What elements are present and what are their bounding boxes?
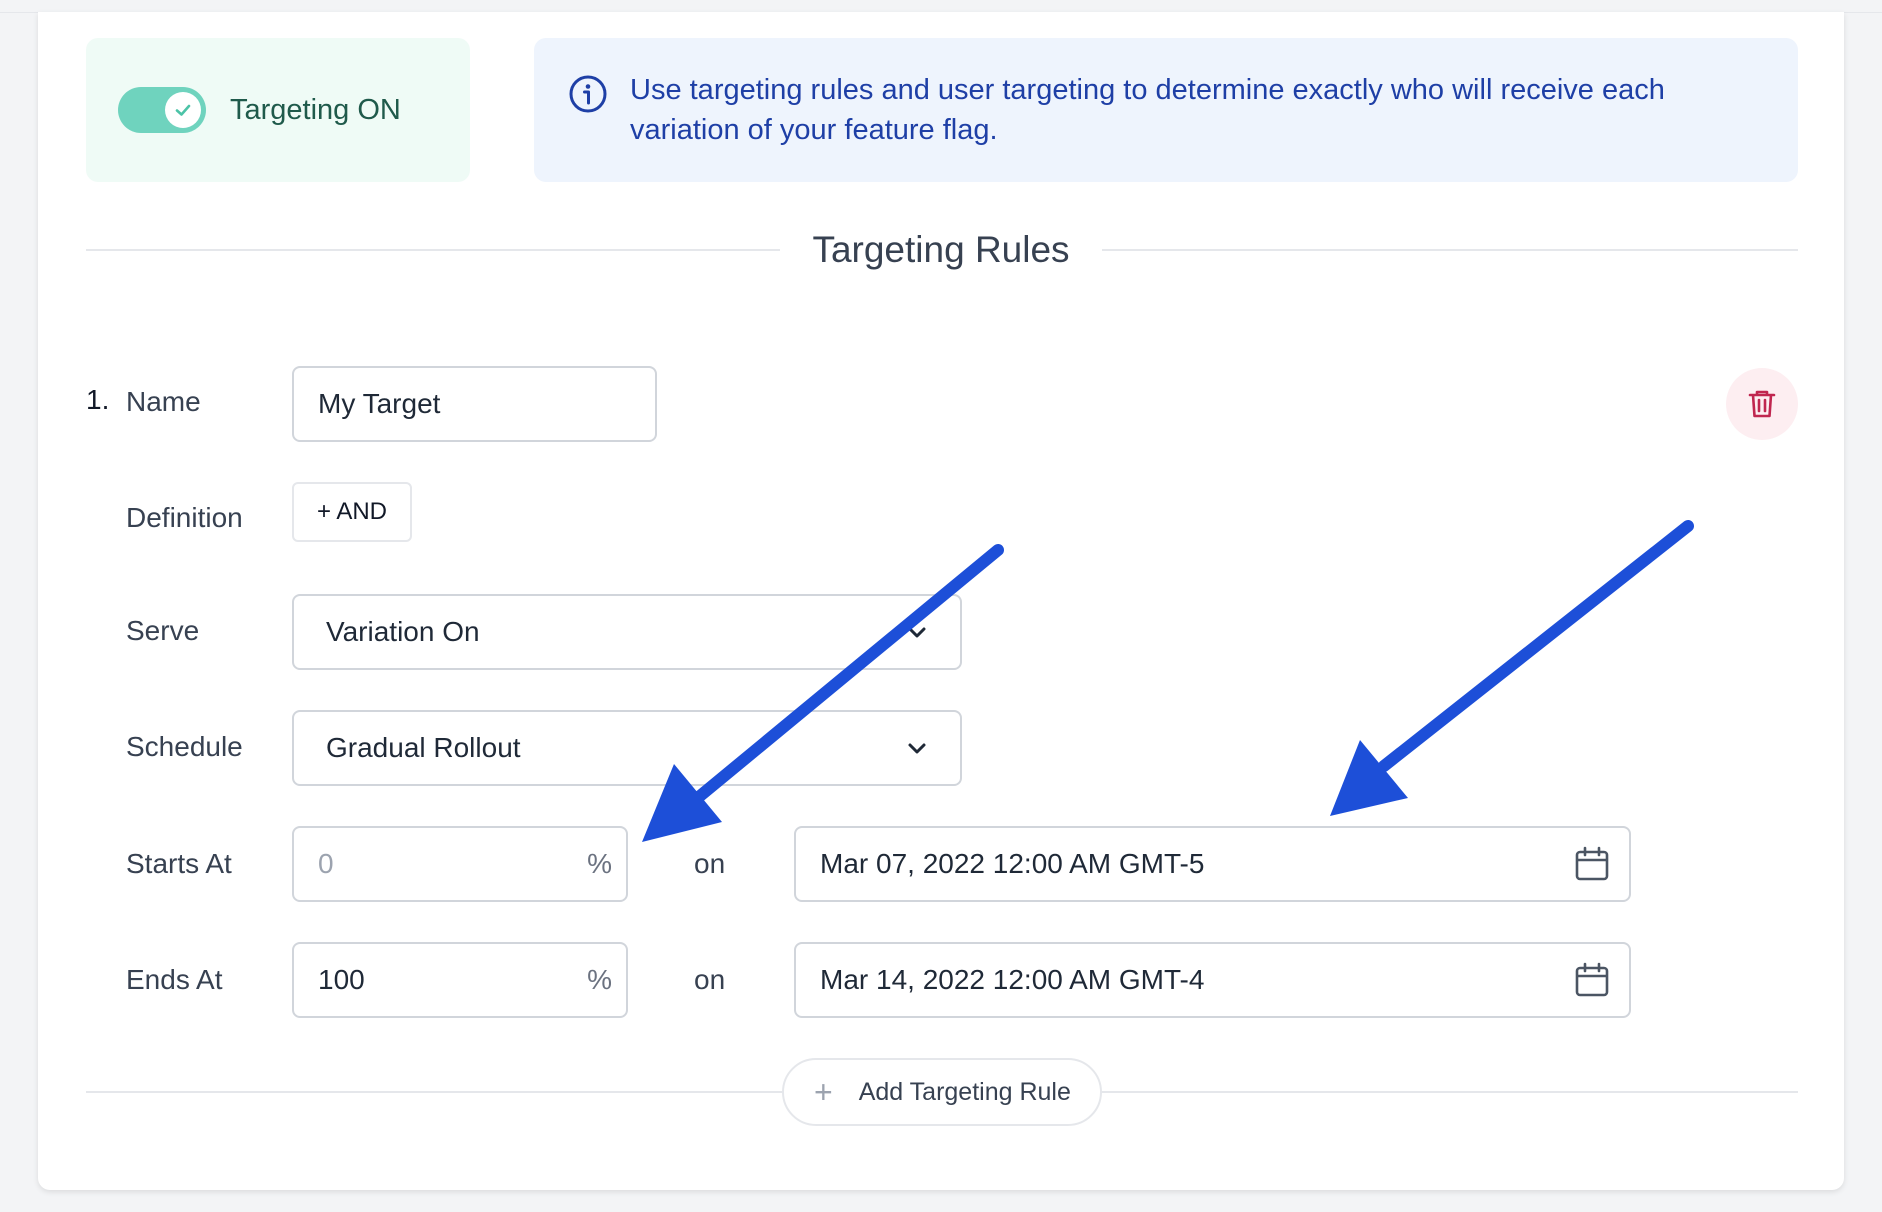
info-banner-text: Use targeting rules and user targeting t… xyxy=(630,74,1665,146)
name-input-value: My Target xyxy=(318,388,441,419)
calendar-icon xyxy=(1575,846,1609,881)
info-icon xyxy=(569,75,607,113)
targeting-switch[interactable] xyxy=(118,87,206,133)
ends-percent-input[interactable]: 100 % xyxy=(292,942,628,1018)
ends-date-value: Mar 14, 2022 12:00 AM GMT-4 xyxy=(820,964,1205,995)
ends-percent-value: 100 xyxy=(318,964,365,995)
rule-number: 1. xyxy=(86,384,110,415)
ends-on-label: on xyxy=(694,964,726,995)
schedule-label: Schedule xyxy=(126,731,243,762)
percent-suffix: % xyxy=(587,964,612,995)
serve-label: Serve xyxy=(126,615,200,646)
starts-date-value: Mar 07, 2022 12:00 AM GMT-5 xyxy=(820,848,1205,879)
section-title: Targeting Rules xyxy=(780,228,1102,272)
chevron-down-icon xyxy=(908,627,926,638)
switch-knob xyxy=(165,92,201,128)
schedule-select-value: Gradual Rollout xyxy=(326,732,521,763)
calendar-icon xyxy=(1575,962,1609,997)
schedule-select[interactable]: Gradual Rollout xyxy=(292,710,962,786)
name-label: Name xyxy=(126,386,201,417)
starts-on-label: on xyxy=(694,848,726,879)
ends-date-input[interactable]: Mar 14, 2022 12:00 AM GMT-4 xyxy=(794,942,1631,1018)
serve-select[interactable]: Variation On xyxy=(292,594,962,670)
trash-icon xyxy=(1748,390,1776,418)
starts-at-label: Starts At xyxy=(126,848,232,879)
starts-date-input[interactable]: Mar 07, 2022 12:00 AM GMT-5 xyxy=(794,826,1631,902)
plus-icon: + xyxy=(814,1074,833,1110)
definition-label: Definition xyxy=(126,502,243,533)
ends-at-label: Ends At xyxy=(126,964,223,995)
percent-suffix: % xyxy=(587,848,612,879)
check-icon xyxy=(175,104,191,116)
starts-percent-input[interactable]: 0 % xyxy=(292,826,628,902)
add-and-condition-button[interactable]: + AND xyxy=(292,482,412,542)
name-input[interactable]: My Target xyxy=(292,366,657,442)
serve-select-value: Variation On xyxy=(326,616,480,647)
starts-percent-placeholder: 0 xyxy=(318,848,334,879)
targeting-status-label: Targeting ON xyxy=(230,94,401,126)
add-targeting-rule-button[interactable]: + Add Targeting Rule xyxy=(782,1058,1102,1126)
add-targeting-rule-label: Add Targeting Rule xyxy=(858,1077,1071,1106)
delete-rule-button[interactable] xyxy=(1726,368,1798,440)
chevron-down-icon xyxy=(908,743,926,754)
